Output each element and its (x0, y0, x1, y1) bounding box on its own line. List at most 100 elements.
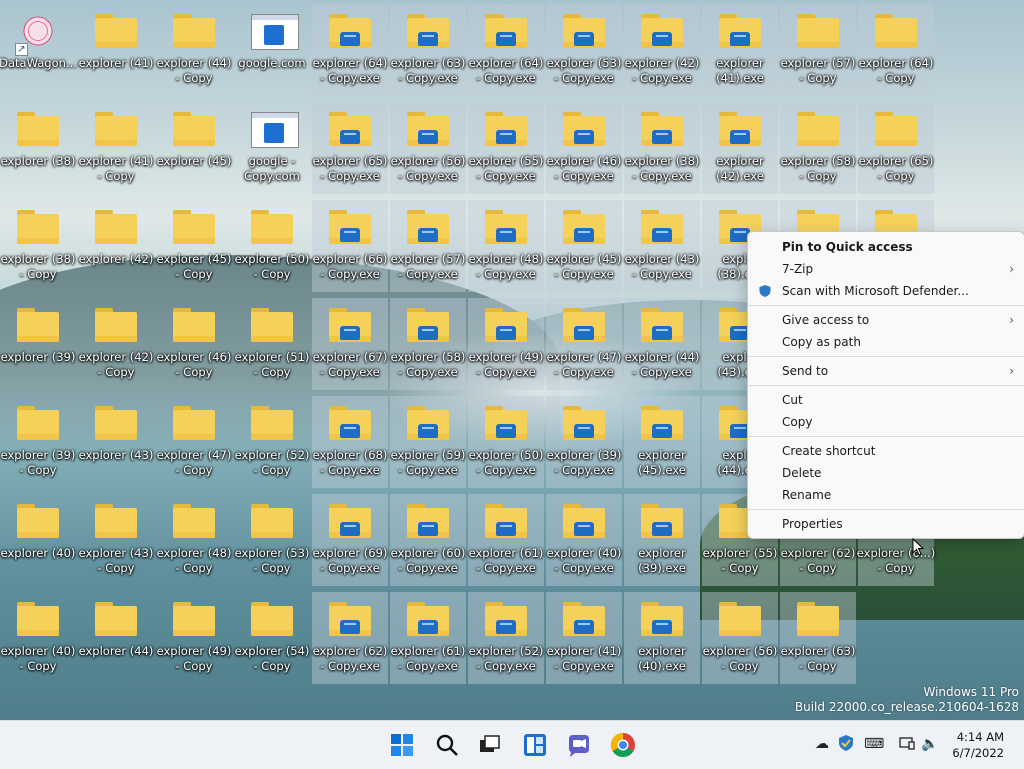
desktop-icon[interactable]: explorer (47) - Copy.exe (546, 298, 622, 390)
desktop-icon[interactable]: explorer (59) - Copy.exe (390, 396, 466, 488)
desktop-icon[interactable]: explorer (48) - Copy.exe (468, 200, 544, 292)
menu-item-rename[interactable]: Rename (748, 484, 1024, 506)
desktop-icon-label: explorer (42) (78, 252, 154, 266)
desktop-icon[interactable]: explorer (39) (0, 298, 76, 390)
desktop-icon[interactable]: explorer (64) - Copy.exe (468, 4, 544, 96)
desktop-icon[interactable]: explorer (61) - Copy.exe (468, 494, 544, 586)
desktop-icon[interactable]: explorer (55) - Copy.exe (468, 102, 544, 194)
desktop-icon[interactable]: explorer (56) - Copy.exe (390, 102, 466, 194)
desktop-icon[interactable]: explorer (40).exe (624, 592, 700, 684)
desktop-icon[interactable]: explorer (38) (0, 102, 76, 194)
desktop-icon[interactable]: explorer (41) - Copy.exe (546, 592, 622, 684)
desktop-icon[interactable]: explorer (62) - Copy.exe (312, 592, 388, 684)
menu-item-pin-to-quick-access[interactable]: Pin to Quick access (748, 236, 1024, 258)
onedrive-icon[interactable]: ☁ (812, 734, 832, 754)
desktop-icon[interactable]: explorer (43) - Copy (78, 494, 154, 586)
desktop-icon[interactable]: explorer (64) - Copy (858, 4, 934, 96)
desktop-icon[interactable]: explorer (38) - Copy.exe (624, 102, 700, 194)
desktop-icon[interactable]: explorer (49) - Copy.exe (468, 298, 544, 390)
menu-item-scan-with-microsoft-defender[interactable]: Scan with Microsoft Defender... (748, 280, 1024, 302)
desktop-icon[interactable]: explorer (41) (78, 4, 154, 96)
desktop-icon[interactable]: explorer (64) - Copy.exe (312, 4, 388, 96)
desktop-icon-label: explorer (54) - Copy (234, 644, 310, 673)
menu-item-send-to[interactable]: Send to › (748, 360, 1024, 382)
task-view-icon[interactable] (475, 731, 503, 759)
desktop-icon[interactable]: explorer (39).exe (624, 494, 700, 586)
desktop-icon[interactable]: explorer (54) - Copy (234, 592, 310, 684)
menu-item-create-shortcut[interactable]: Create shortcut (748, 440, 1024, 462)
web-shortcut-icon (251, 10, 299, 50)
desktop-icon[interactable]: explorer (69) - Copy.exe (312, 494, 388, 586)
clock[interactable]: 4:14 AM 6/7/2022 (952, 729, 1004, 761)
desktop-icon[interactable]: explorer (52) - Copy (234, 396, 310, 488)
desktop-icon[interactable]: explorer (67) - Copy.exe (312, 298, 388, 390)
widgets-icon[interactable] (521, 731, 549, 759)
desktop-icon[interactable]: explorer (57) - Copy.exe (390, 200, 466, 292)
desktop-icon[interactable]: explorer (53) - Copy (234, 494, 310, 586)
desktop-icon[interactable]: explorer (50) - Copy.exe (468, 396, 544, 488)
desktop-icon[interactable]: explorer (38) - Copy (0, 200, 76, 292)
desktop-icon[interactable]: explorer (40) (0, 494, 76, 586)
desktop-icon-label: explorer (63) - Copy.exe (390, 56, 466, 85)
network-icon[interactable] (897, 734, 917, 754)
desktop-icon[interactable]: explorer (58) - Copy.exe (390, 298, 466, 390)
desktop-icon[interactable]: explorer (48) - Copy (156, 494, 232, 586)
desktop-icon[interactable]: explorer (60) - Copy.exe (390, 494, 466, 586)
desktop-icon[interactable]: explorer (42) (78, 200, 154, 292)
desktop-icon[interactable]: explorer (58) - Copy (780, 102, 856, 194)
start-icon[interactable] (388, 731, 416, 759)
desktop-icon[interactable]: explorer (66) - Copy.exe (312, 200, 388, 292)
desktop-icon[interactable]: explorer (63) - Copy.exe (390, 4, 466, 96)
menu-item-copy[interactable]: Copy (748, 411, 1024, 433)
menu-separator (748, 305, 1024, 306)
desktop-icon[interactable]: explorer (39) - Copy (0, 396, 76, 488)
desktop-icon[interactable]: explorer (49) - Copy (156, 592, 232, 684)
desktop-icon[interactable]: explorer (45) - Copy.exe (546, 200, 622, 292)
chrome-icon[interactable] (609, 731, 637, 759)
security-icon[interactable] (836, 734, 856, 754)
desktop-icon[interactable]: DataWagon... (0, 4, 77, 96)
volume-icon[interactable]: 🔈 (920, 734, 940, 754)
desktop-icon[interactable]: explorer (43) (78, 396, 154, 488)
menu-item-cut[interactable]: Cut (748, 389, 1024, 411)
desktop-icon[interactable]: explorer (57) - Copy (780, 4, 856, 96)
desktop-icon[interactable]: explorer (46) - Copy (156, 298, 232, 390)
desktop-icon[interactable]: explorer (43) - Copy.exe (624, 200, 700, 292)
desktop-icon[interactable]: explorer (47) - Copy (156, 396, 232, 488)
desktop-icon[interactable]: explorer (63) - Copy (780, 592, 856, 684)
chat-icon[interactable] (565, 731, 593, 759)
desktop-icon[interactable]: explorer (42) - Copy (78, 298, 154, 390)
menu-item-copy-as-path[interactable]: Copy as path (748, 331, 1024, 353)
desktop-icon[interactable]: explorer (41).exe (702, 4, 778, 96)
desktop-icon[interactable]: explorer (68) - Copy.exe (312, 396, 388, 488)
desktop-icon[interactable]: explorer (45) (156, 102, 232, 194)
desktop-icon[interactable]: google.com (234, 4, 310, 96)
desktop-icon[interactable]: explorer (46) - Copy.exe (546, 102, 622, 194)
desktop-icon[interactable]: explorer (50) - Copy (234, 200, 310, 292)
desktop-icon[interactable]: explorer (45).exe (624, 396, 700, 488)
menu-item-give-access-to[interactable]: Give access to › (748, 309, 1024, 331)
desktop-icon[interactable]: explorer (42).exe (702, 102, 778, 194)
desktop-icon[interactable]: explorer (53) - Copy.exe (546, 4, 622, 96)
desktop-icon[interactable]: explorer (44) - Copy.exe (624, 298, 700, 390)
desktop-icon[interactable]: google - Copy.com (234, 102, 310, 194)
keyboard-icon[interactable]: ⌨ (864, 734, 884, 754)
search-icon[interactable] (433, 731, 461, 759)
menu-item-7-zip[interactable]: 7-Zip › (748, 258, 1024, 280)
desktop-icon[interactable]: explorer (39) - Copy.exe (546, 396, 622, 488)
desktop-icon[interactable]: explorer (44) (78, 592, 154, 684)
desktop-icon[interactable]: explorer (65) - Copy (858, 102, 934, 194)
desktop-icon[interactable]: explorer (45) - Copy (156, 200, 232, 292)
menu-item-properties[interactable]: Properties (748, 513, 1024, 535)
desktop-icon[interactable]: explorer (61) - Copy.exe (390, 592, 466, 684)
desktop-icon[interactable]: explorer (42) - Copy.exe (624, 4, 700, 96)
desktop-icon[interactable]: explorer (51) - Copy (234, 298, 310, 390)
desktop-icon[interactable]: explorer (40) - Copy.exe (546, 494, 622, 586)
menu-item-delete[interactable]: Delete (748, 462, 1024, 484)
desktop-icon[interactable]: explorer (65) - Copy.exe (312, 102, 388, 194)
desktop-icon[interactable]: explorer (40) - Copy (0, 592, 76, 684)
desktop-icon[interactable]: explorer (56) - Copy (702, 592, 778, 684)
desktop-icon[interactable]: explorer (52) - Copy.exe (468, 592, 544, 684)
desktop-icon[interactable]: explorer (41) - Copy (78, 102, 154, 194)
desktop-icon[interactable]: explorer (44) - Copy (156, 4, 232, 96)
